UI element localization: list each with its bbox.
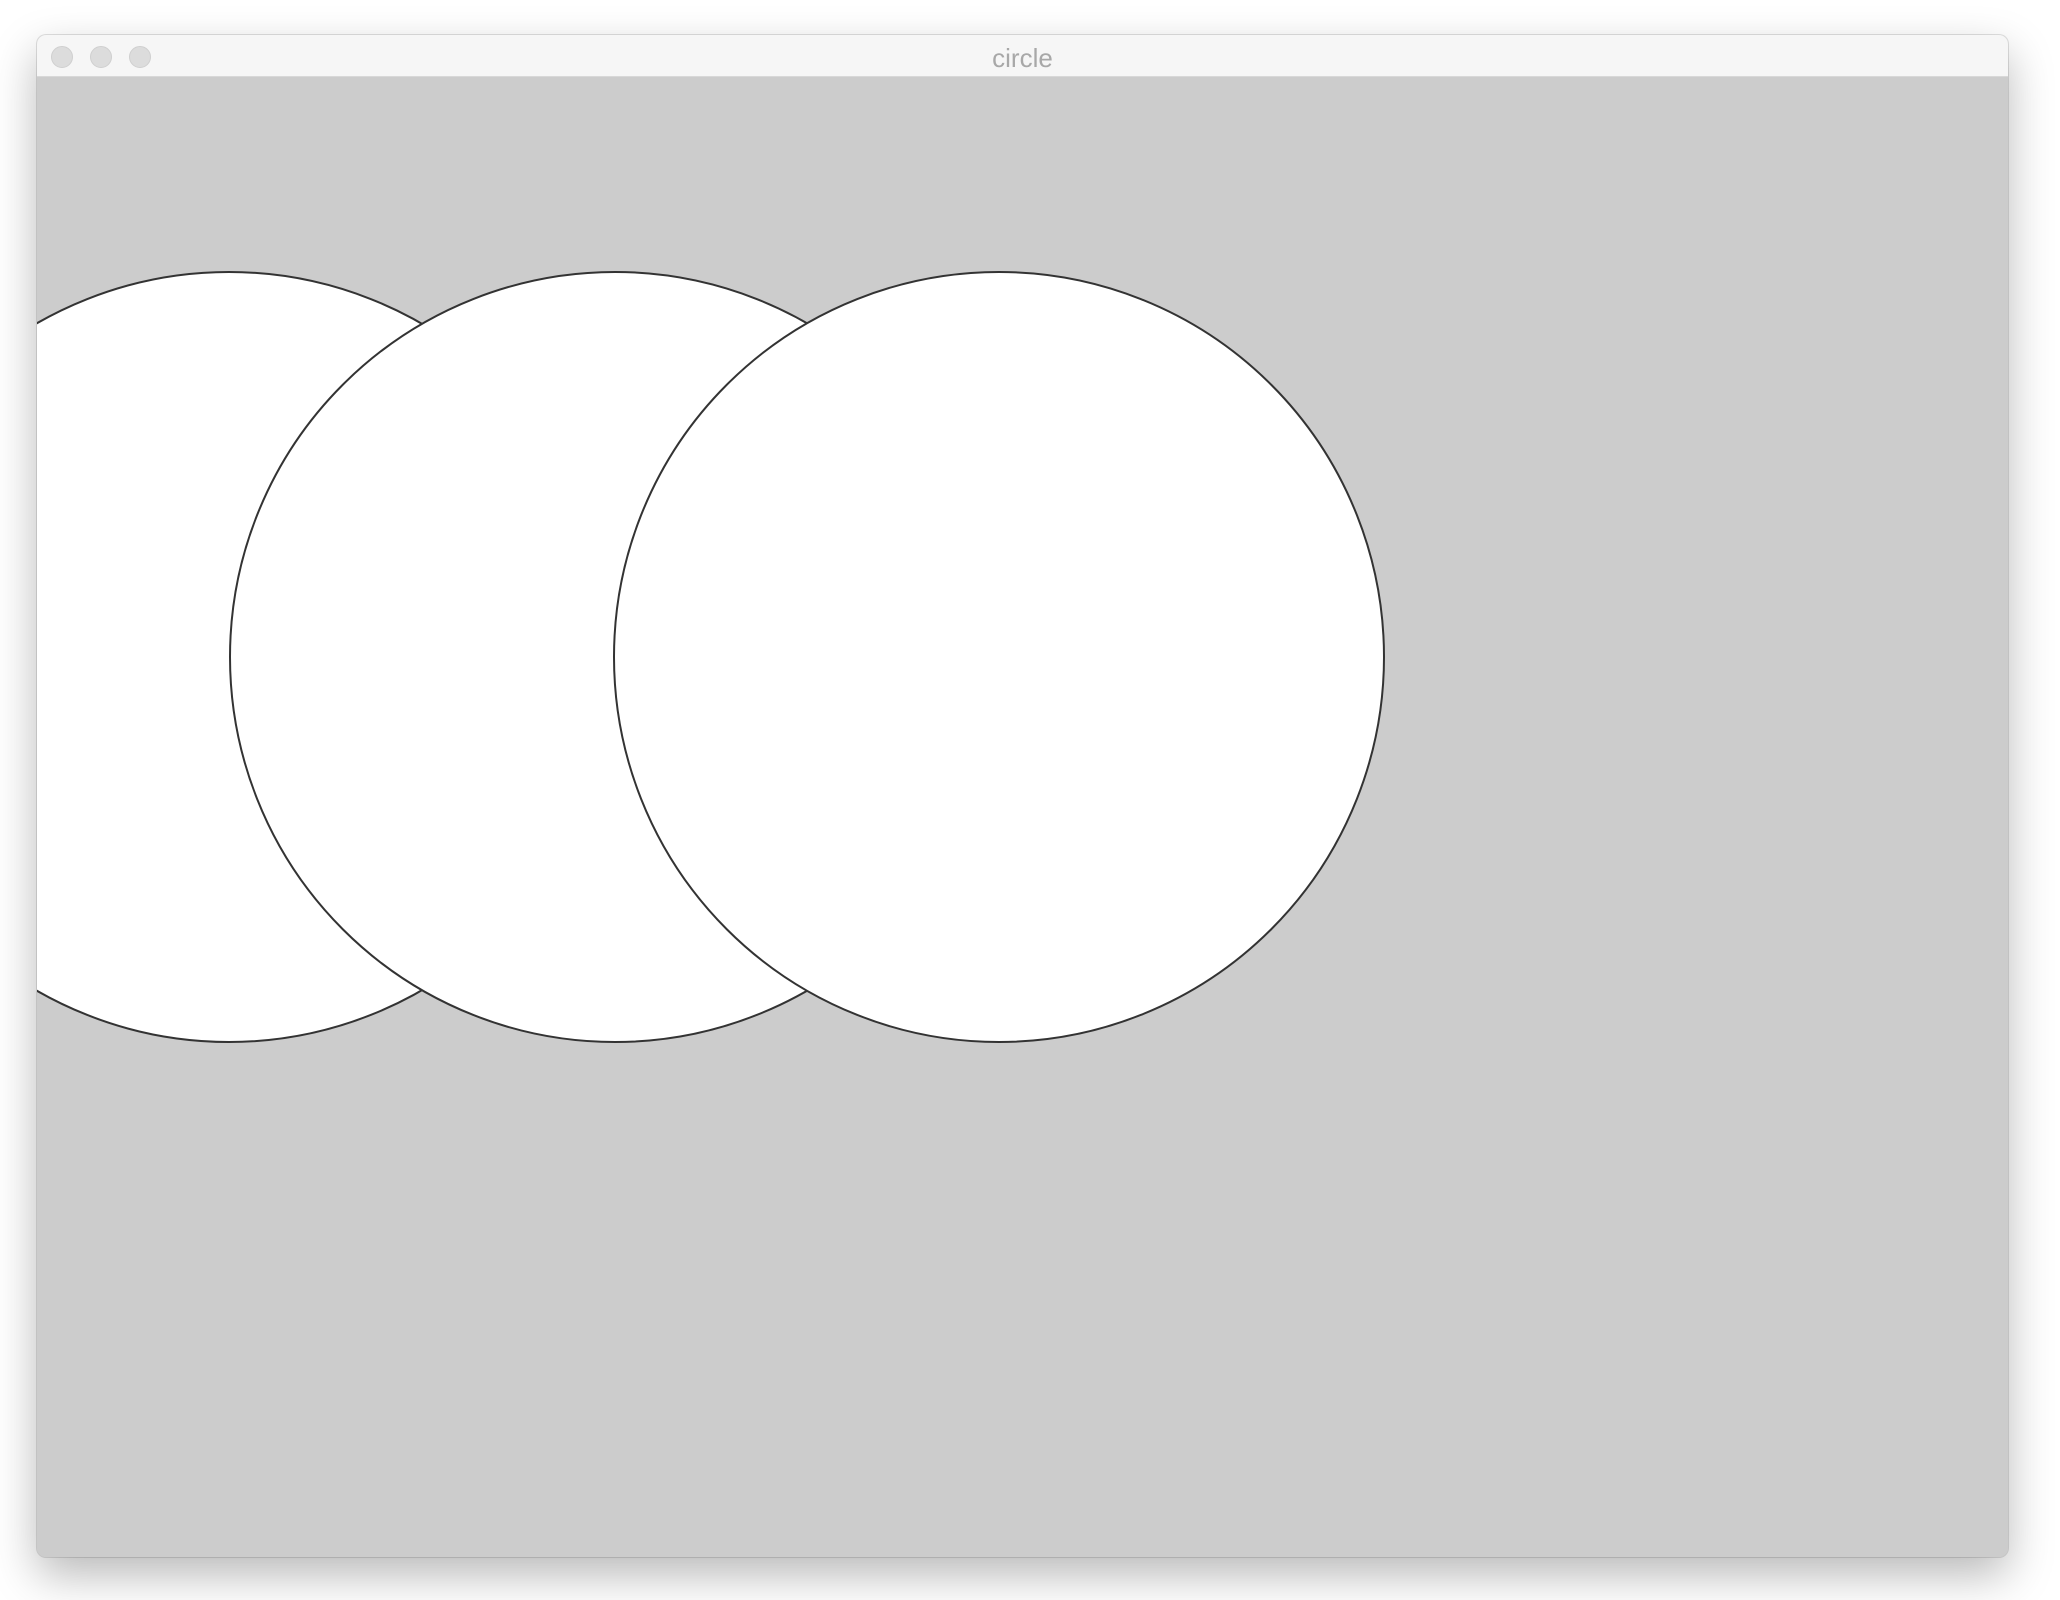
title-bar[interactable]: circle xyxy=(37,35,2008,77)
circle-3 xyxy=(613,271,1385,1043)
circles-drawing xyxy=(37,271,1385,1043)
app-window: circle xyxy=(37,35,2008,1557)
sketch-canvas[interactable] xyxy=(37,77,2008,1557)
window-title: circle xyxy=(992,43,1053,73)
